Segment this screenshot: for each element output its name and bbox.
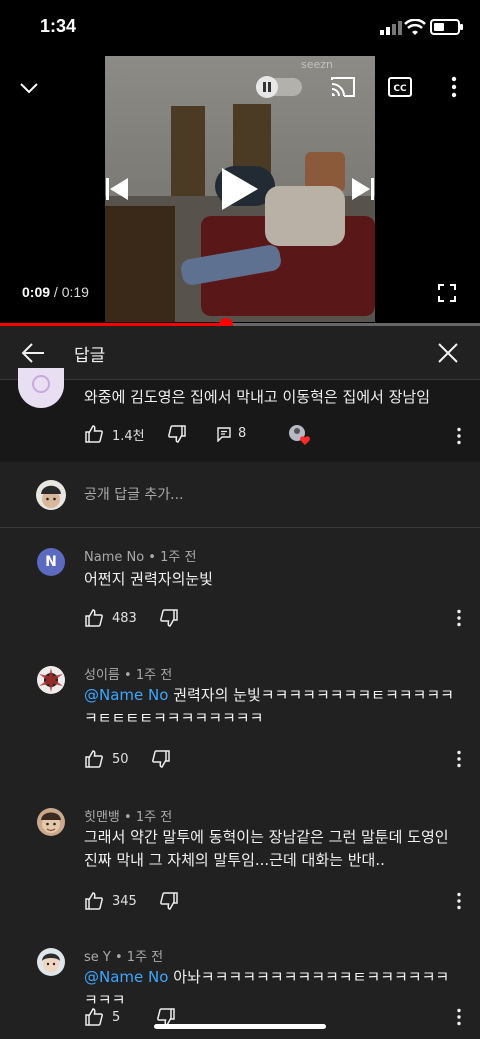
cellular-signal-icon bbox=[380, 21, 402, 35]
comment-menu-icon[interactable] bbox=[456, 427, 462, 445]
avatar[interactable] bbox=[37, 666, 65, 694]
reply-time: 1주 전 bbox=[160, 550, 197, 565]
dislike-icon[interactable] bbox=[167, 424, 187, 444]
list-item: 힛맨뱅 • 1주 전 그래서 약간 말투에 동혁이는 장남같은 그런 말툰데 도… bbox=[0, 808, 480, 928]
reply-author[interactable]: 힛맨뱅 bbox=[84, 810, 120, 825]
like-icon[interactable] bbox=[84, 424, 104, 444]
reply-menu-icon[interactable] bbox=[456, 750, 462, 768]
video-duration: 0:19 bbox=[61, 284, 89, 300]
reply-author[interactable]: 성이름 bbox=[84, 668, 120, 683]
current-time: 0:09 bbox=[22, 284, 51, 300]
reply-menu-icon[interactable] bbox=[456, 1008, 462, 1026]
fullscreen-icon[interactable] bbox=[438, 284, 456, 302]
creator-heart-icon bbox=[289, 425, 310, 445]
video-player[interactable]: seezn CC 0:09 / 0:19 bbox=[0, 56, 480, 332]
dislike-icon[interactable] bbox=[151, 749, 171, 769]
wifi-icon bbox=[404, 19, 426, 35]
replies-title: 답글 bbox=[74, 346, 106, 366]
like-count: 483 bbox=[112, 610, 137, 626]
reply-body: 어쩐지 권력자의눈빛 bbox=[84, 570, 213, 588]
reply-time: 1주 전 bbox=[126, 950, 164, 965]
comment-actions: 1.4천 bbox=[84, 422, 187, 446]
home-indicator[interactable] bbox=[154, 1024, 326, 1029]
reply-icon[interactable] bbox=[216, 426, 232, 442]
like-icon[interactable] bbox=[84, 891, 104, 911]
reply-mention[interactable]: @Name No bbox=[84, 686, 168, 704]
reply-meta: 성이름 • 1주 전 bbox=[84, 668, 173, 683]
list-item: 성이름 • 1주 전 @Name No 권력자의 눈빛ㅋㅋㅋㅋㅋㅋㅋㅋㅌㅋㅋㅋㅋ… bbox=[0, 666, 480, 786]
video-watermark: seezn bbox=[301, 58, 334, 71]
svg-text:CC: CC bbox=[393, 84, 407, 94]
battery-icon bbox=[430, 19, 463, 35]
status-time: 1:34 bbox=[40, 16, 77, 36]
dislike-icon[interactable] bbox=[159, 891, 179, 911]
replies-header: 답글 bbox=[0, 326, 480, 380]
reply-menu-icon[interactable] bbox=[456, 892, 462, 910]
reply-body: 그래서 약간 말투에 동혁이는 장남같은 그런 말툰데 도영인 진짜 막내 그 … bbox=[84, 828, 449, 869]
playback-time: 0:09 / 0:19 bbox=[22, 284, 89, 300]
reply-text: 그래서 약간 말투에 동혁이는 장남같은 그런 말툰데 도영인 진짜 막내 그 … bbox=[84, 826, 460, 872]
dislike-icon[interactable] bbox=[159, 608, 179, 628]
add-reply-placeholder[interactable]: 공개 답글 추가... bbox=[84, 484, 184, 504]
reply-time: 1주 전 bbox=[135, 810, 173, 825]
reply-author[interactable]: se Y bbox=[84, 950, 111, 965]
minimize-chevron-icon[interactable] bbox=[18, 76, 40, 98]
list-item: N Name No • 1주 전 어쩐지 권력자의눈빛 483 bbox=[0, 548, 480, 648]
reply-actions: 50 bbox=[84, 747, 171, 771]
reply-meta: 힛맨뱅 • 1주 전 bbox=[84, 810, 173, 825]
parent-comment: 와중에 김도영은 집에서 막내고 이동혁은 집에서 장남임 1.4천 8 bbox=[0, 368, 480, 462]
avatar bbox=[36, 480, 66, 510]
reply-text: 어쩐지 권력자의눈빛 bbox=[84, 568, 460, 591]
previous-video-icon[interactable] bbox=[106, 176, 128, 202]
time-separator: / bbox=[53, 284, 58, 300]
avatar[interactable] bbox=[37, 808, 65, 836]
comment-text: 와중에 김도영은 집에서 막내고 이동혁은 집에서 장남임 bbox=[84, 388, 431, 406]
reply-author[interactable]: Name No bbox=[84, 550, 144, 565]
reply-actions: 483 bbox=[84, 606, 179, 630]
avatar[interactable]: N bbox=[37, 548, 65, 576]
add-reply-field[interactable]: 공개 답글 추가... bbox=[0, 462, 480, 528]
pause-icon bbox=[263, 82, 271, 92]
play-icon[interactable] bbox=[220, 166, 260, 212]
reply-menu-icon[interactable] bbox=[456, 609, 462, 627]
like-count: 1.4천 bbox=[112, 428, 145, 444]
reply-meta: Name No • 1주 전 bbox=[84, 550, 197, 565]
next-video-icon[interactable] bbox=[352, 176, 374, 202]
close-icon[interactable] bbox=[436, 341, 460, 365]
more-options-icon[interactable] bbox=[450, 76, 458, 98]
like-icon[interactable] bbox=[84, 1007, 104, 1027]
autoplay-toggle[interactable] bbox=[256, 76, 302, 98]
reply-text: @Name No 권력자의 눈빛ㅋㅋㅋㅋㅋㅋㅋㅋㅌㅋㅋㅋㅋㅋㅋㅌㅌㅌㅌㅋㅋㅋㅋㅋ… bbox=[84, 684, 460, 730]
status-bar: 1:34 bbox=[0, 0, 480, 56]
avatar[interactable] bbox=[18, 368, 64, 408]
like-count: 50 bbox=[112, 751, 129, 767]
avatar[interactable] bbox=[37, 948, 65, 976]
like-icon[interactable] bbox=[84, 608, 104, 628]
back-arrow-icon[interactable] bbox=[20, 341, 46, 365]
reply-time: 1주 전 bbox=[135, 668, 173, 683]
reply-meta: se Y • 1주 전 bbox=[84, 950, 164, 965]
reply-actions: 345 bbox=[84, 889, 179, 913]
reply-count: 8 bbox=[238, 426, 247, 441]
captions-icon[interactable]: CC bbox=[388, 76, 412, 98]
like-count: 5 bbox=[112, 1009, 121, 1025]
cast-icon[interactable] bbox=[330, 76, 356, 98]
like-count: 345 bbox=[112, 893, 137, 909]
like-icon[interactable] bbox=[84, 749, 104, 769]
reply-mention[interactable]: @Name No bbox=[84, 968, 168, 986]
